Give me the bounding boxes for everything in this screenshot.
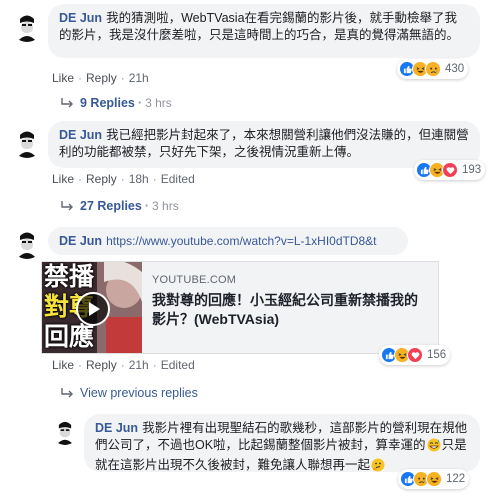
like-link[interactable]: Like	[52, 71, 74, 85]
edited-label[interactable]: Edited	[161, 172, 195, 186]
reaction-count: 193	[462, 164, 482, 176]
link-preview-card[interactable]: 禁播 對尊 回應 YOUTUBE.COM 我對尊的回應！小玉經紀公司重新禁播我的…	[41, 261, 439, 354]
comment-bubble: DE Jun https://www.youtube.com/watch?v=L-…	[48, 227, 408, 255]
grinning-sweat-emoji-icon	[427, 438, 441, 457]
comment-text: 我的猜測啦，WebTVasia在看完錫蘭的影片後，就手動檢舉了我的影片，我是沒什…	[59, 11, 460, 42]
view-replies-link[interactable]: 9 Replies · 3 hrs	[60, 96, 172, 110]
comment-timestamp[interactable]: 21h	[129, 71, 149, 85]
avatar[interactable]	[51, 417, 79, 445]
comment-bubble: DE Jun 我的猜測啦，WebTVasia在看完錫蘭的影片後，就手動檢舉了我的影…	[48, 4, 480, 58]
reaction-summary[interactable]: 122	[398, 469, 470, 489]
love-reaction-icon	[407, 347, 423, 363]
comment-author[interactable]: DE Jun	[59, 11, 102, 25]
replies-time: 3 hrs	[145, 96, 172, 110]
reply-link[interactable]: Reply	[86, 71, 117, 85]
comment-timestamp[interactable]: 21h	[129, 358, 149, 372]
video-thumbnail[interactable]: 禁播 對尊 回應	[42, 262, 142, 353]
link-title[interactable]: 我對尊的回應！小玉經紀公司重新禁播我的影片？(WebTVAsia)	[152, 291, 428, 329]
comment-actions: Like · Reply · 21h	[52, 71, 149, 85]
reply-arrow-icon	[61, 201, 73, 211]
avatar[interactable]	[11, 227, 43, 259]
comment-bubble: DE Jun 我已經把影片封起來了，本來想關營利讓他們沒法賺的，但連關營利的功能都…	[48, 121, 480, 168]
love-reaction-icon	[442, 162, 458, 178]
haha-reaction-icon	[426, 471, 442, 487]
avatar[interactable]	[11, 10, 43, 42]
comment-bubble: DE Jun 我影片裡有出現聖結石的歌幾秒，這部影片的營利現在規他們公司了，不過也…	[84, 414, 480, 472]
avatar[interactable]	[11, 126, 43, 158]
comment-timestamp[interactable]: 18h	[129, 172, 149, 186]
reaction-count: 156	[427, 349, 447, 361]
link-domain: YOUTUBE.COM	[152, 274, 237, 286]
comment-text: 我已經把影片封起來了，本來想關營利讓他們沒法賺的，但連關營利的功能都被禁，只好先…	[59, 128, 469, 159]
thinking-emoji-icon	[371, 458, 385, 477]
link-preview-body[interactable]: YOUTUBE.COM 我對尊的回應！小玉經紀公司重新禁播我的影片？(WebTV…	[142, 262, 438, 353]
like-link[interactable]: Like	[52, 358, 74, 372]
replies-time: 3 hrs	[152, 199, 179, 213]
comment-author[interactable]: DE Jun	[59, 128, 102, 142]
reply-arrow-icon	[61, 98, 73, 108]
like-link[interactable]: Like	[52, 172, 74, 186]
edited-label[interactable]: Edited	[161, 358, 195, 372]
view-replies-link[interactable]: 27 Replies · 3 hrs	[60, 199, 179, 213]
reaction-summary[interactable]: 156	[379, 345, 451, 365]
comment-author[interactable]: DE Jun	[95, 421, 138, 435]
comment-author[interactable]: DE Jun	[59, 234, 102, 248]
thumb-line-1: 禁播	[44, 262, 95, 291]
reaction-count: 122	[446, 473, 466, 485]
reply-link[interactable]: Reply	[86, 172, 117, 186]
sad-reaction-icon	[425, 61, 441, 77]
comment-actions: Like · Reply · 21h · Edited	[52, 358, 195, 372]
comment-text: 我影片裡有出現聖結石的歌幾秒，這部影片的營利現在規他們公司了，不過也OK啦，比起…	[95, 421, 468, 452]
view-previous-replies-link[interactable]: View previous replies	[60, 386, 198, 400]
youtube-link[interactable]: https://www.youtube.com/watch?v=L-1xHI0d…	[106, 234, 376, 248]
reply-arrow-icon	[61, 388, 73, 398]
view-previous-replies[interactable]: View previous replies	[80, 386, 198, 400]
reaction-summary[interactable]: 193	[414, 160, 486, 180]
thumb-line-3: 回應	[44, 322, 95, 351]
play-button-icon[interactable]	[76, 292, 110, 326]
reply-link[interactable]: Reply	[86, 358, 117, 372]
reaction-count: 430	[445, 63, 465, 75]
comment-actions: Like · Reply · 18h · Edited	[52, 172, 195, 186]
replies-count[interactable]: 27 Replies	[80, 199, 142, 213]
replies-count[interactable]: 9 Replies	[80, 96, 135, 110]
reaction-summary[interactable]: 430	[397, 59, 469, 79]
